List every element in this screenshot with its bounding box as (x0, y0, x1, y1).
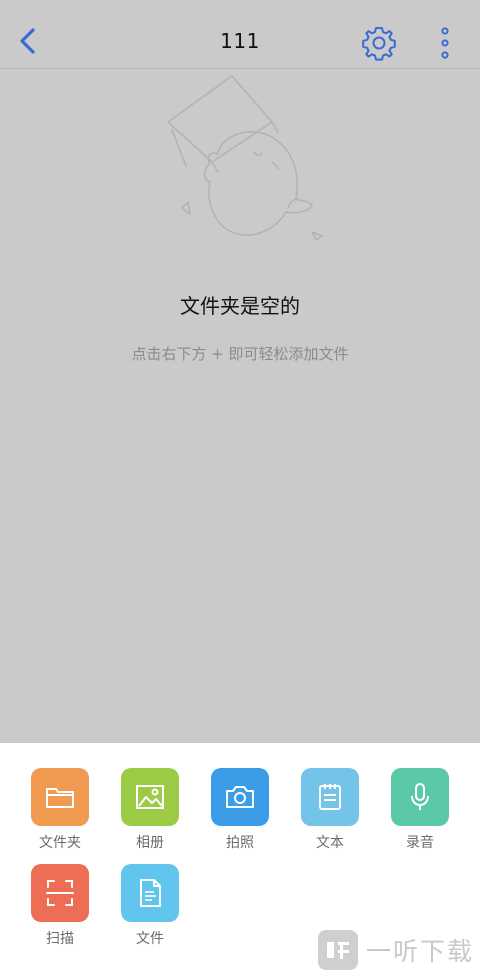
record-label: 录音 (406, 835, 434, 851)
folder-icon (46, 788, 74, 808)
text-label: 文本 (316, 835, 344, 851)
watermark-text: 一听下载 (366, 937, 475, 966)
album-label: 相册 (136, 835, 164, 851)
microphone-icon (411, 783, 429, 810)
watermark-logo (318, 930, 358, 970)
watermark: 一听下载 (318, 930, 474, 970)
scan-label: 扫描 (46, 931, 74, 947)
settings-button[interactable] (360, 24, 398, 62)
page-title: 111 (220, 29, 260, 53)
folder-tile (31, 768, 89, 826)
file-icon (140, 879, 161, 907)
text-tile (301, 768, 359, 826)
empty-folder-illustration (160, 70, 330, 250)
empty-state-title: 文件夹是空的 (180, 294, 300, 318)
folder-label: 文件夹 (39, 835, 81, 851)
album-tile (121, 768, 179, 826)
camera-tile (211, 768, 269, 826)
camera-action[interactable]: 拍照 (195, 768, 285, 852)
empty-state-hint: 点击右下方 + 即可轻松添加文件 (131, 345, 349, 363)
file-tile (121, 864, 179, 922)
empty-ghost-icon (167, 75, 323, 241)
top-bar: 111 (0, 0, 480, 69)
album-action[interactable]: 相册 (105, 768, 195, 852)
gear-icon (362, 27, 396, 61)
record-tile (391, 768, 449, 826)
scan-action[interactable]: 扫描 (15, 864, 105, 948)
scan-tile (31, 864, 89, 922)
more-options-button[interactable] (432, 24, 458, 62)
camera-label: 拍照 (226, 835, 254, 851)
file-label: 文件 (136, 931, 164, 947)
add-folder-action[interactable]: 文件夹 (15, 768, 105, 852)
scan-icon (46, 880, 74, 906)
camera-icon (226, 786, 254, 808)
record-action[interactable]: 录音 (375, 768, 465, 852)
image-icon (136, 785, 164, 809)
more-vertical-icon (441, 27, 449, 59)
watermark-logo-icon (327, 942, 349, 959)
file-action[interactable]: 文件 (105, 864, 195, 948)
notepad-icon (319, 784, 341, 810)
text-note-action[interactable]: 文本 (285, 768, 375, 852)
